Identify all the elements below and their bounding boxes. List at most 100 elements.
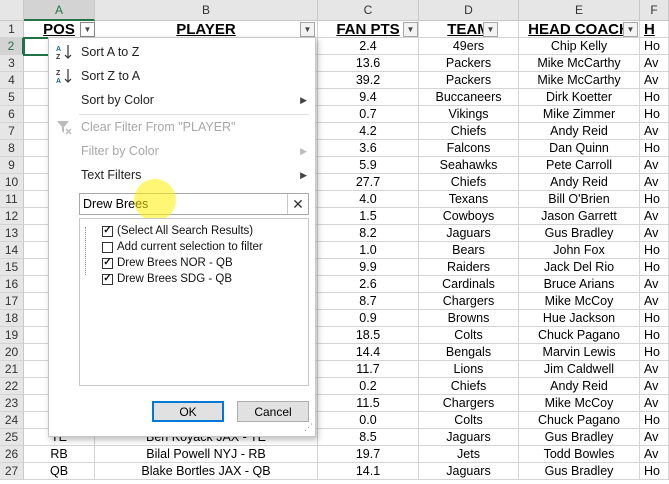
- list-item-select-all[interactable]: ✓ (Select All Search Results): [102, 223, 253, 239]
- table-cell[interactable]: Chuck Pagano: [519, 327, 640, 344]
- table-cell[interactable]: 13.6: [318, 55, 419, 72]
- table-cell[interactable]: 2.6: [318, 276, 419, 293]
- column-header-c[interactable]: C: [318, 0, 419, 21]
- checkbox-select-all[interactable]: ✓: [102, 225, 113, 237]
- table-cell[interactable]: Av: [640, 293, 669, 310]
- table-cell[interactable]: 18.5: [318, 327, 419, 344]
- column-header-e[interactable]: E: [519, 0, 640, 21]
- table-cell[interactable]: 8.5: [318, 429, 419, 446]
- table-cell[interactable]: Ho: [640, 89, 669, 106]
- table-cell[interactable]: Seahawks: [419, 157, 519, 174]
- table-cell[interactable]: Hue Jackson: [519, 310, 640, 327]
- table-cell[interactable]: 3.6: [318, 140, 419, 157]
- table-cell[interactable]: Ho: [640, 140, 669, 157]
- row-header[interactable]: 16: [0, 276, 24, 293]
- row-header[interactable]: 5: [0, 89, 24, 106]
- sort-z-to-a-item[interactable]: ZA Sort Z to A: [49, 64, 315, 88]
- table-cell[interactable]: Bengals: [419, 344, 519, 361]
- table-cell[interactable]: 8.2: [318, 225, 419, 242]
- table-cell[interactable]: Mike McCoy: [519, 293, 640, 310]
- table-cell[interactable]: 1.0: [318, 242, 419, 259]
- header-cell-team[interactable]: TEAM: [419, 21, 519, 38]
- table-cell[interactable]: Dan Quinn: [519, 140, 640, 157]
- table-cell[interactable]: Gus Bradley: [519, 225, 640, 242]
- table-cell[interactable]: 0.0: [318, 412, 419, 429]
- table-cell[interactable]: Bilal Powell NYJ - RB: [95, 446, 318, 463]
- checkbox-drew-brees-nor[interactable]: ✓: [102, 257, 113, 269]
- row-header[interactable]: 12: [0, 208, 24, 225]
- row-header[interactable]: 1: [0, 21, 24, 38]
- table-cell[interactable]: Falcons: [419, 140, 519, 157]
- list-item-drew-brees-nor[interactable]: ✓ Drew Brees NOR - QB: [102, 255, 233, 271]
- row-header[interactable]: 15: [0, 259, 24, 276]
- header-cell-player[interactable]: PLAYER: [95, 21, 318, 38]
- table-cell[interactable]: Jets: [419, 446, 519, 463]
- table-cell[interactable]: 11.7: [318, 361, 419, 378]
- table-cell[interactable]: Jason Garrett: [519, 208, 640, 225]
- table-cell[interactable]: Jim Caldwell: [519, 361, 640, 378]
- table-cell[interactable]: Cowboys: [419, 208, 519, 225]
- table-cell[interactable]: 0.7: [318, 106, 419, 123]
- table-cell[interactable]: Cardinals: [419, 276, 519, 293]
- table-cell[interactable]: Ho: [640, 344, 669, 361]
- table-cell[interactable]: Chargers: [419, 395, 519, 412]
- row-header[interactable]: 4: [0, 72, 24, 89]
- row-header[interactable]: 27: [0, 463, 24, 480]
- table-cell[interactable]: Chargers: [419, 293, 519, 310]
- filter-button-team[interactable]: ▼: [483, 22, 498, 37]
- row-header[interactable]: 23: [0, 395, 24, 412]
- table-cell[interactable]: Ho: [640, 463, 669, 480]
- table-cell[interactable]: Colts: [419, 412, 519, 429]
- table-cell[interactable]: 4.0: [318, 191, 419, 208]
- row-header[interactable]: 18: [0, 310, 24, 327]
- table-cell[interactable]: Av: [640, 361, 669, 378]
- table-cell[interactable]: 9.4: [318, 89, 419, 106]
- row-header[interactable]: 20: [0, 344, 24, 361]
- table-cell[interactable]: Chuck Pagano: [519, 412, 640, 429]
- checkbox-drew-brees-sdg[interactable]: ✓: [102, 273, 113, 285]
- table-cell[interactable]: John Fox: [519, 242, 640, 259]
- table-cell[interactable]: Marvin Lewis: [519, 344, 640, 361]
- filter-button-fan-pts[interactable]: ▼: [403, 22, 418, 37]
- header-cell-f[interactable]: H: [640, 21, 669, 38]
- table-cell[interactable]: Bill O'Brien: [519, 191, 640, 208]
- row-header[interactable]: 22: [0, 378, 24, 395]
- table-cell[interactable]: Vikings: [419, 106, 519, 123]
- table-cell[interactable]: Jaguars: [419, 225, 519, 242]
- row-header[interactable]: 11: [0, 191, 24, 208]
- sort-by-color-item[interactable]: Sort by Color ▶: [49, 88, 315, 112]
- checkbox-add-selection[interactable]: [102, 241, 113, 253]
- table-cell[interactable]: Chiefs: [419, 174, 519, 191]
- table-cell[interactable]: Av: [640, 276, 669, 293]
- row-header[interactable]: 25: [0, 429, 24, 446]
- table-cell[interactable]: Bruce Arians: [519, 276, 640, 293]
- row-header[interactable]: 17: [0, 293, 24, 310]
- table-cell[interactable]: Chiefs: [419, 378, 519, 395]
- table-cell[interactable]: Colts: [419, 327, 519, 344]
- table-cell[interactable]: Packers: [419, 72, 519, 89]
- table-cell[interactable]: 1.5: [318, 208, 419, 225]
- table-cell[interactable]: Mike McCoy: [519, 395, 640, 412]
- filter-button-player[interactable]: ▼: [300, 22, 315, 37]
- row-header[interactable]: 21: [0, 361, 24, 378]
- table-cell[interactable]: Chiefs: [419, 123, 519, 140]
- ok-button[interactable]: OK: [152, 401, 224, 422]
- table-cell[interactable]: 0.9: [318, 310, 419, 327]
- table-cell[interactable]: Andy Reid: [519, 378, 640, 395]
- row-header[interactable]: 9: [0, 157, 24, 174]
- table-cell[interactable]: Av: [640, 378, 669, 395]
- cancel-button[interactable]: Cancel: [237, 401, 309, 422]
- table-cell[interactable]: Jack Del Rio: [519, 259, 640, 276]
- row-header[interactable]: 6: [0, 106, 24, 123]
- table-cell[interactable]: 2.4: [318, 38, 419, 55]
- column-header-f[interactable]: F: [640, 0, 669, 21]
- column-header-b[interactable]: B: [95, 0, 318, 21]
- table-cell[interactable]: Ho: [640, 310, 669, 327]
- table-cell[interactable]: 27.7: [318, 174, 419, 191]
- resize-grip-icon[interactable]: ⋰: [304, 422, 313, 433]
- table-cell[interactable]: Ho: [640, 242, 669, 259]
- table-cell[interactable]: Andy Reid: [519, 123, 640, 140]
- table-cell[interactable]: Buccaneers: [419, 89, 519, 106]
- filter-button-head-coach[interactable]: ▼: [623, 22, 638, 37]
- table-cell[interactable]: 4.2: [318, 123, 419, 140]
